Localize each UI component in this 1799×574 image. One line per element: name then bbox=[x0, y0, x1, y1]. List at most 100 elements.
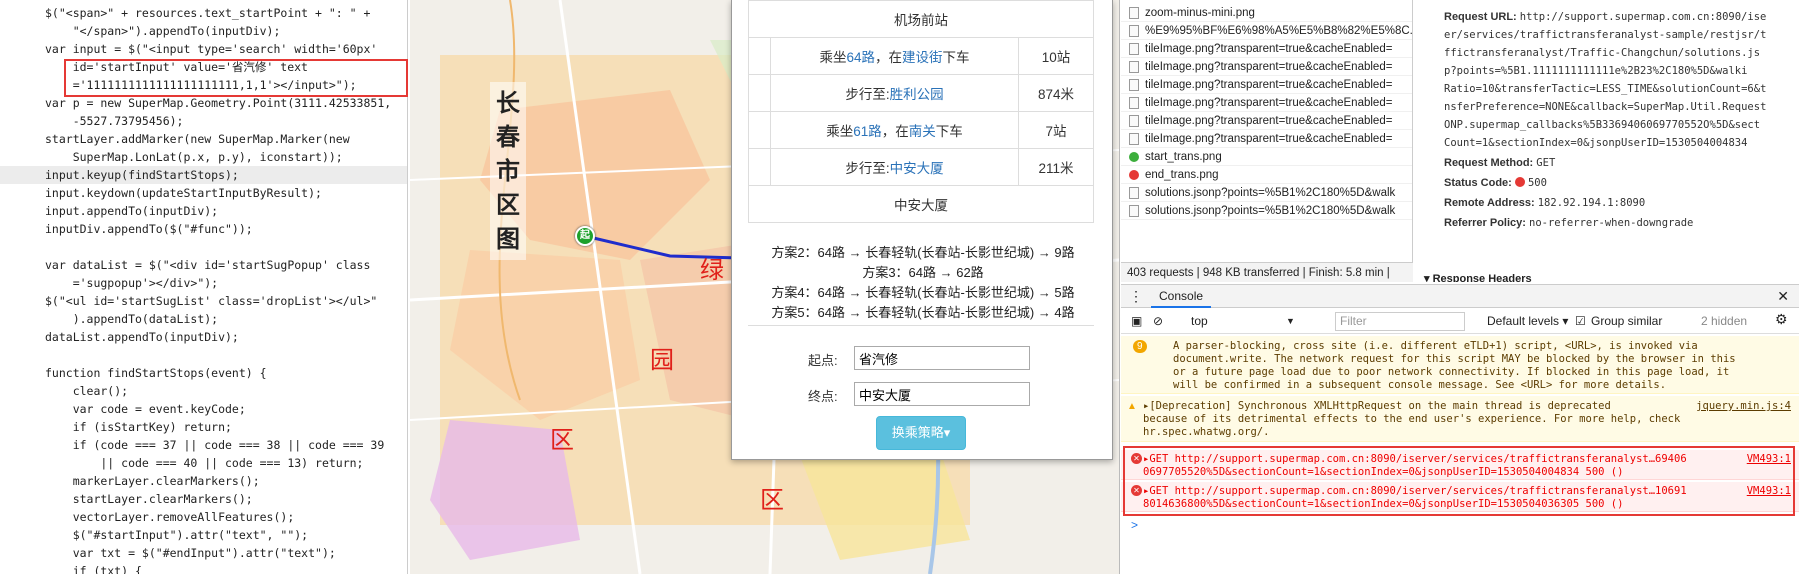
remote-address-value: 182.92.194.1:8090 bbox=[1537, 197, 1646, 209]
code-line[interactable]: var input = $("<input type='search' widt… bbox=[0, 40, 407, 58]
code-line[interactable]: var txt = $("#endInput").attr("text"); bbox=[0, 544, 407, 562]
route-stop: 机场前站 bbox=[748, 0, 1094, 38]
clear-console-icon[interactable]: ⊘ bbox=[1153, 313, 1163, 329]
code-line[interactable]: var dataList = $("<div id='startSugPopup… bbox=[0, 256, 407, 274]
start-input[interactable] bbox=[854, 346, 1030, 370]
plan-option[interactable]: 方案5：64路 → 长春轻轨(长春站-长影世纪城) → 4路 bbox=[732, 304, 1114, 322]
drawer-menu-icon[interactable]: ⋮ bbox=[1129, 288, 1143, 304]
network-request-row[interactable]: tileImage.png?transparent=true&cacheEnab… bbox=[1121, 94, 1412, 112]
chevron-down-icon[interactable]: ▼ bbox=[1286, 313, 1295, 329]
code-line[interactable] bbox=[0, 346, 407, 364]
code-line[interactable]: function findStartStops(event) { bbox=[0, 364, 407, 382]
step-link[interactable]: 61路 bbox=[853, 124, 882, 139]
plan-option[interactable]: 方案3：64路 → 62路 bbox=[732, 264, 1114, 282]
step-text: 步行至: bbox=[845, 87, 890, 102]
plan-option[interactable]: 方案4：64路 → 长春轻轨(长春站-长影世纪城) → 5路 bbox=[732, 284, 1114, 302]
tab-console[interactable]: Console bbox=[1151, 285, 1212, 308]
context-selector[interactable]: top bbox=[1191, 313, 1208, 329]
code-line[interactable]: markerLayer.clearMarkers(); bbox=[0, 472, 407, 490]
code-line[interactable]: inputDiv.appendTo($("#func")); bbox=[0, 220, 407, 238]
code-line[interactable]: "</span>").appendTo(inputDiv); bbox=[0, 22, 407, 40]
code-line[interactable]: if (txt) { bbox=[0, 562, 407, 574]
plan-option[interactable]: 方案2：64路 → 长春轻轨(长春站-长影世纪城) → 9路 bbox=[732, 244, 1114, 262]
step-text: 乘坐 bbox=[826, 124, 854, 139]
code-line[interactable]: $("<span>" + resources.text_startPoint +… bbox=[0, 4, 407, 22]
network-request-row[interactable]: tileImage.png?transparent=true&cacheEnab… bbox=[1121, 58, 1412, 76]
network-request-row[interactable]: start_trans.png bbox=[1121, 148, 1412, 166]
code-line[interactable] bbox=[0, 238, 407, 256]
step-link[interactable]: 南关 bbox=[909, 124, 936, 139]
request-url-cont: er/services/traffictransferanalyst-sampl… bbox=[1444, 29, 1767, 41]
group-similar-checkbox[interactable]: ☑ bbox=[1575, 313, 1586, 329]
network-request-row[interactable]: tileImage.png?transparent=true&cacheEnab… bbox=[1121, 76, 1412, 94]
transfer-route-popup: 机场前站 乘坐64路，在建设街下车 10站 步行至:胜利公园 874米 乘坐61路，在南关… bbox=[731, 0, 1113, 460]
network-request-row[interactable]: tileImage.png?transparent=true&cacheEnab… bbox=[1121, 112, 1412, 130]
network-request-row[interactable]: tileImage.png?transparent=true&cacheEnab… bbox=[1121, 130, 1412, 148]
request-name: start_trans.png bbox=[1145, 151, 1222, 163]
message-line: ▸[Deprecation] Synchronous XMLHttpReques… bbox=[1143, 400, 1611, 412]
close-icon[interactable]: ✕ bbox=[1777, 288, 1789, 304]
code-line[interactable]: clear(); bbox=[0, 382, 407, 400]
code-line[interactable]: if (code === 37 || code === 38 || code =… bbox=[0, 436, 407, 454]
code-line[interactable]: input.keyup(findStartStops); bbox=[0, 166, 407, 184]
gear-icon[interactable]: ⚙ bbox=[1775, 311, 1788, 327]
start-label: 起点: bbox=[808, 353, 838, 368]
network-request-row[interactable]: %E9%95%BF%E6%98%A5%E5%B8%82%E5%8C... bbox=[1121, 22, 1412, 40]
step-link[interactable]: 中安大厦 bbox=[890, 161, 944, 176]
network-request-row[interactable]: solutions.jsonp?points=%5B1%2C180%5D&wal… bbox=[1121, 184, 1412, 202]
network-request-row[interactable]: tileImage.png?transparent=true&cacheEnab… bbox=[1121, 40, 1412, 58]
file-icon bbox=[1129, 187, 1139, 199]
step-link[interactable]: 建设街 bbox=[902, 50, 943, 65]
route-step-count: 10站 bbox=[1018, 37, 1094, 75]
code-line[interactable]: -5527.73795456); bbox=[0, 112, 407, 130]
network-request-row[interactable]: zoom-minus-mini.png bbox=[1121, 4, 1412, 22]
network-summary: 403 requests | 948 KB transferred | Fini… bbox=[1121, 262, 1413, 282]
route-step-index bbox=[748, 74, 771, 112]
start-marker-icon[interactable]: 起 bbox=[575, 226, 595, 246]
code-line[interactable]: $("<ul id='startSugList' class='dropList… bbox=[0, 292, 407, 310]
console-toolbar: ▣ ⊘ top ▼ Filter Default levels ▾ ☑ Grou… bbox=[1121, 308, 1799, 334]
network-request-row[interactable]: end_trans.png bbox=[1121, 166, 1412, 184]
warning-count-badge: 9 bbox=[1133, 340, 1147, 353]
log-levels-dropdown[interactable]: Default levels ▾ bbox=[1487, 313, 1568, 329]
network-request-list[interactable]: zoom-minus-mini.png %E9%95%BF%E6%98%A5%E5… bbox=[1121, 0, 1413, 262]
transfer-strategy-button[interactable]: 换乘策略▾ bbox=[876, 416, 966, 450]
image-ok-icon bbox=[1129, 152, 1139, 162]
code-highlight-box bbox=[64, 59, 408, 97]
step-link[interactable]: 64路 bbox=[846, 50, 875, 65]
console-filter-input[interactable]: Filter bbox=[1335, 312, 1465, 331]
console-prompt[interactable]: > bbox=[1131, 518, 1138, 532]
district-label: 区 bbox=[550, 426, 574, 454]
console-warning[interactable]: 9 A parser-blocking, cross site (i.e. di… bbox=[1121, 336, 1799, 394]
code-line[interactable]: dataList.appendTo(inputDiv); bbox=[0, 328, 407, 346]
end-input[interactable] bbox=[854, 382, 1030, 406]
response-headers-toggle[interactable]: ▾ Response Headers bbox=[1424, 272, 1532, 282]
source-link[interactable]: jquery.min.js:4 bbox=[1696, 400, 1791, 413]
network-request-row[interactable]: solutions.jsonp?points=%5B1%2C180%5D&wal… bbox=[1121, 202, 1412, 220]
code-line[interactable]: SuperMap.LonLat(p.x, p.y), iconstart)); bbox=[0, 148, 407, 166]
code-line[interactable]: vectorLayer.removeAllFeatures(); bbox=[0, 508, 407, 526]
code-line[interactable]: startLayer.clearMarkers(); bbox=[0, 490, 407, 508]
code-line[interactable]: input.appendTo(inputDiv); bbox=[0, 202, 407, 220]
code-line[interactable]: startLayer.addMarker(new SuperMap.Marker… bbox=[0, 130, 407, 148]
sidebar-toggle-icon[interactable]: ▣ bbox=[1131, 313, 1142, 329]
console-warning[interactable]: ▲ ▸[Deprecation] Synchronous XMLHttpRequ… bbox=[1121, 396, 1799, 442]
status-code-label: Status Code: bbox=[1444, 177, 1512, 189]
code-line[interactable]: if (isStartKey) return; bbox=[0, 418, 407, 436]
file-icon bbox=[1129, 133, 1139, 145]
route-step-index bbox=[748, 148, 771, 186]
message-line: will be confirmed in a subsequent consol… bbox=[1173, 379, 1667, 391]
file-icon bbox=[1129, 25, 1139, 37]
step-link[interactable]: 胜利公园 bbox=[890, 87, 944, 102]
remote-address-row: Remote Address: 182.92.194.1:8090 bbox=[1444, 194, 1794, 212]
code-line[interactable]: ='sugpopup'></div>"); bbox=[0, 274, 407, 292]
request-headers-pane: Request URL: http://support.supermap.com… bbox=[1414, 0, 1799, 282]
code-line[interactable]: input.keydown(updateStartInputByResult); bbox=[0, 184, 407, 202]
map-title: 长春市区图 bbox=[490, 82, 526, 260]
code-line[interactable]: $("#startInput").attr("text", ""); bbox=[0, 526, 407, 544]
divider bbox=[748, 325, 1094, 326]
code-line[interactable]: ).appendTo(dataList); bbox=[0, 310, 407, 328]
request-url-value[interactable]: http://support.supermap.com.cn:8090/ise bbox=[1520, 11, 1767, 23]
code-line[interactable]: var code = event.keyCode; bbox=[0, 400, 407, 418]
code-line[interactable]: || code === 40 || code === 13) return; bbox=[0, 454, 407, 472]
